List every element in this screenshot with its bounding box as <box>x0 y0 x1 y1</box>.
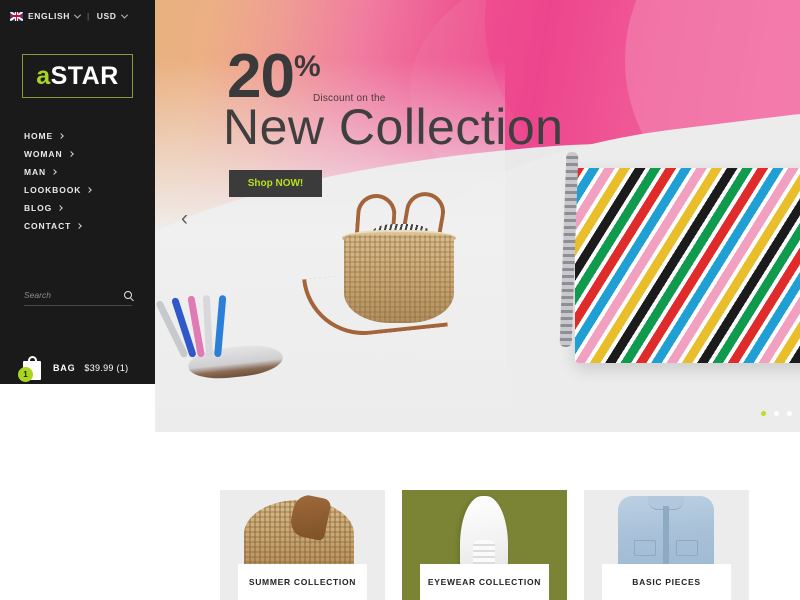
sidebar: ENGLISH | USD a STAR HOME WOMAN MAN LOOKB… <box>0 0 155 384</box>
hero-percent-symbol: % <box>293 50 321 83</box>
nav-item-label: CONTACT <box>24 221 72 231</box>
chevron-right-icon <box>67 151 74 157</box>
carousel-dot-2[interactable] <box>774 411 779 416</box>
category-label: EYEWEAR COLLECTION <box>420 564 549 600</box>
carousel-prev-button[interactable]: ‹ <box>181 208 188 229</box>
chevron-right-icon <box>51 169 57 175</box>
bag-label: BAG <box>53 363 76 373</box>
chevron-right-icon <box>58 133 64 139</box>
site-logo[interactable]: a STAR <box>22 54 133 98</box>
category-card-basic-pieces[interactable]: BASIC PIECES <box>584 490 749 600</box>
product-striped-chain-bag <box>575 168 800 363</box>
search-container <box>24 290 132 306</box>
nav-item-contact[interactable]: CONTACT <box>24 217 155 235</box>
category-card-summer-collection[interactable]: SUMMER COLLECTION <box>220 490 385 600</box>
bag-body <box>344 235 454 323</box>
nav-item-man[interactable]: MAN <box>24 163 155 181</box>
chevron-right-icon <box>86 187 93 193</box>
category-label: SUMMER COLLECTION <box>238 564 367 600</box>
nav-item-label: WOMAN <box>24 149 63 159</box>
main-navigation: HOME WOMAN MAN LOOKBOOK BLOG CONTACT <box>0 127 155 235</box>
logo-container[interactable]: a STAR <box>0 32 155 98</box>
hero-banner: 20 % Discount on the New Collection Shop… <box>155 0 800 432</box>
chevron-right-icon <box>57 205 63 211</box>
shopping-bag-icon: 1 <box>18 355 44 382</box>
bag-summary[interactable]: 1 BAG $39.99 (1) <box>18 355 129 382</box>
top-utility-bar: ENGLISH | USD <box>0 0 155 32</box>
bag-badge-count: 1 <box>18 367 33 382</box>
language-selector-label[interactable]: ENGLISH <box>28 11 70 21</box>
product-wicker-basket-bag <box>302 180 490 342</box>
nav-item-label: BLOG <box>24 203 53 213</box>
nav-item-woman[interactable]: WOMAN <box>24 145 155 163</box>
hero-copy: 20 % Discount on the New Collection Shop… <box>223 42 563 197</box>
uk-flag-icon <box>10 11 23 21</box>
search-input[interactable] <box>24 290 112 300</box>
category-cards: SUMMER COLLECTION EYEWEAR COLLECTION BAS… <box>220 490 750 600</box>
logo-suffix: STAR <box>50 61 119 90</box>
carousel-dot-1[interactable] <box>761 411 766 416</box>
nav-item-label: LOOKBOOK <box>24 185 82 195</box>
sandal-strap <box>202 294 213 358</box>
carousel-dot-3[interactable] <box>787 411 792 416</box>
category-card-eyewear-collection[interactable]: EYEWEAR COLLECTION <box>402 490 567 600</box>
logo-prefix: a <box>36 61 51 90</box>
currency-chevron-down-icon[interactable] <box>120 11 128 19</box>
search-icon[interactable] <box>124 291 132 299</box>
bag-price: $39.99 (1) <box>84 363 129 373</box>
nav-item-lookbook[interactable]: LOOKBOOK <box>24 181 155 199</box>
nav-item-label: HOME <box>24 131 54 141</box>
product-metallic-sandal <box>155 285 285 390</box>
category-label: BASIC PIECES <box>602 564 731 600</box>
hero-discount-number: 20 <box>227 42 295 111</box>
nav-item-blog[interactable]: BLOG <box>24 199 155 217</box>
topbar-separator: | <box>86 11 90 21</box>
nav-item-home[interactable]: HOME <box>24 127 155 145</box>
language-chevron-down-icon[interactable] <box>73 11 82 19</box>
hero-headline: New Collection <box>223 98 564 155</box>
chevron-right-icon <box>76 223 83 229</box>
carousel-dots <box>761 411 792 416</box>
nav-item-label: MAN <box>24 167 47 177</box>
shop-now-button[interactable]: Shop NOW! <box>229 169 322 197</box>
currency-selector-label[interactable]: USD <box>97 11 117 21</box>
